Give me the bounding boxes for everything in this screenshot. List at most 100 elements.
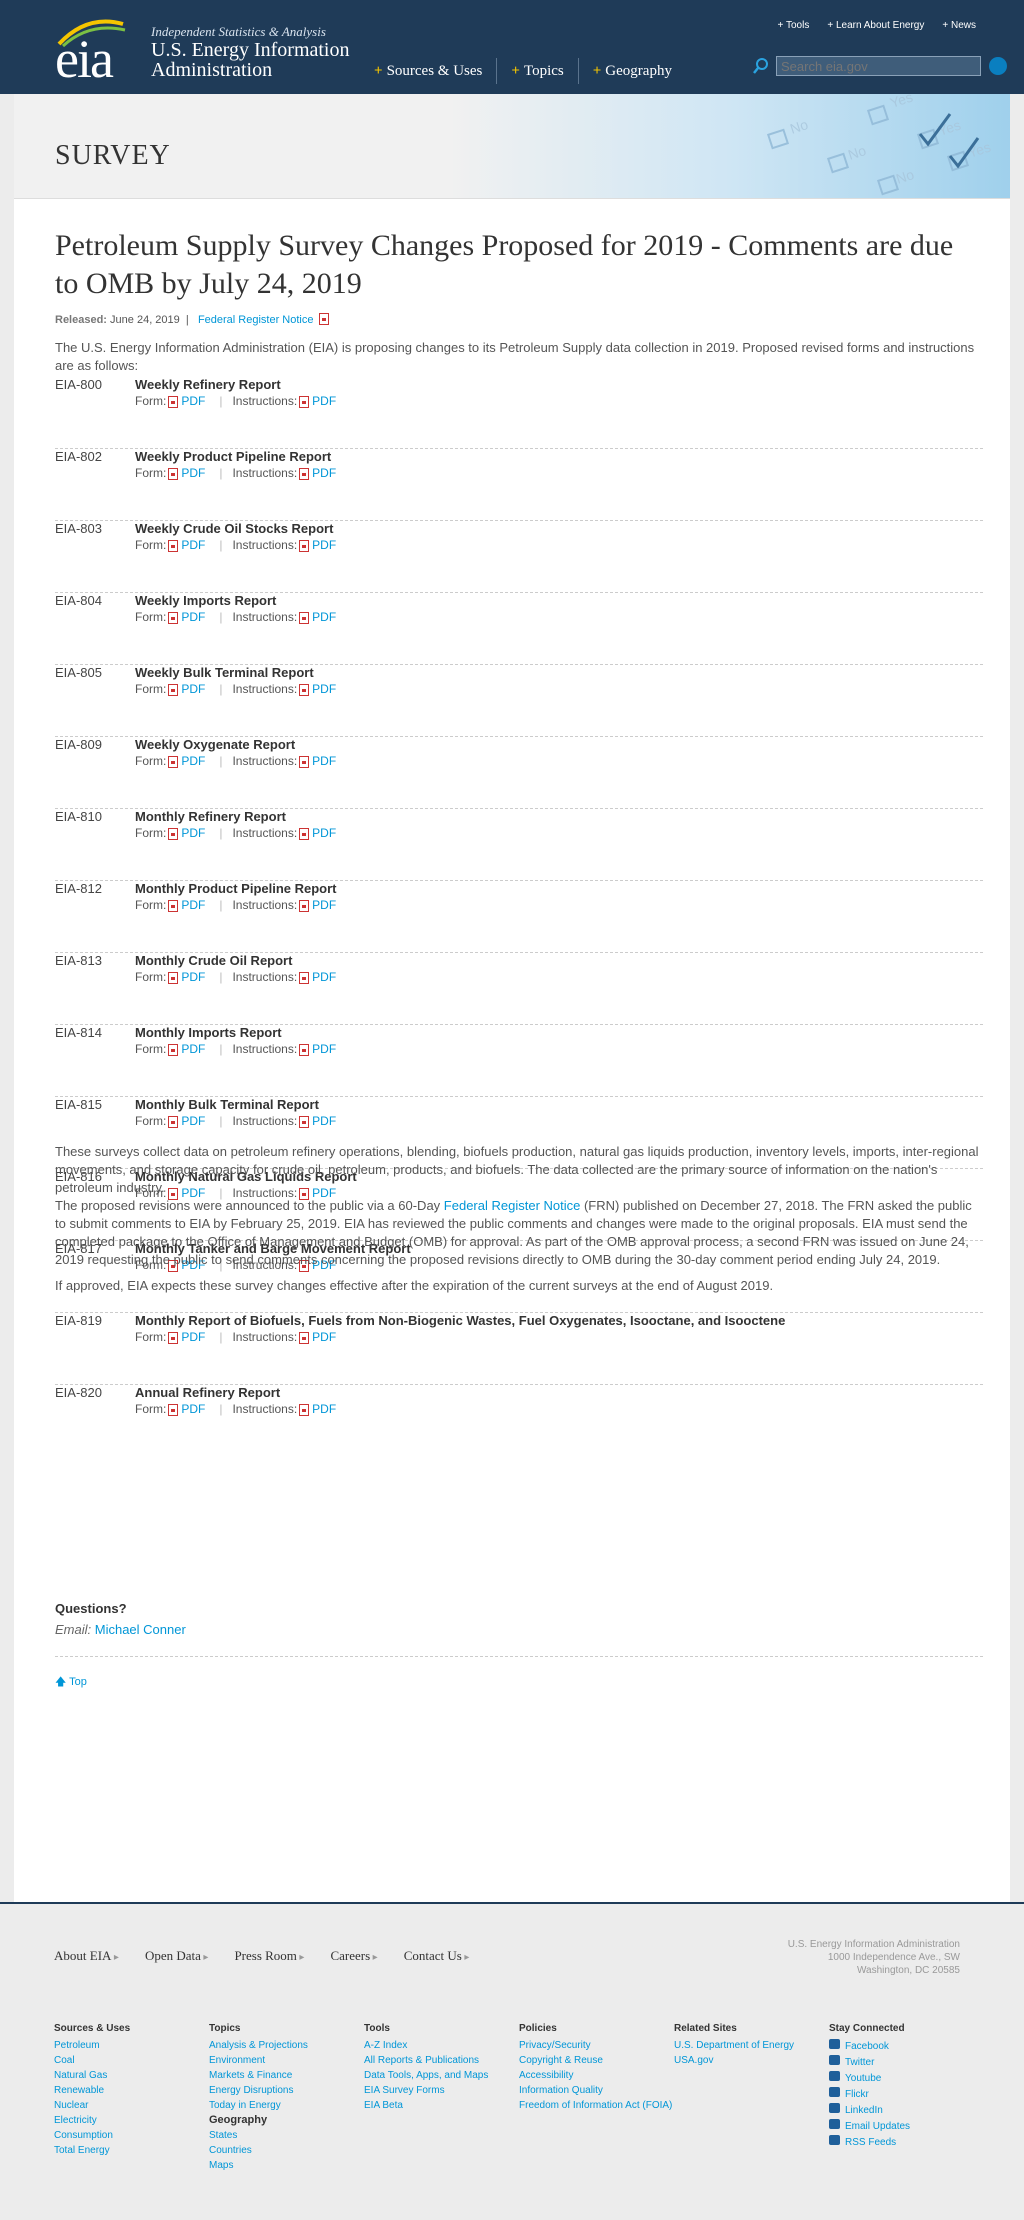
footer-link[interactable]: Youtube bbox=[829, 2071, 984, 2085]
footer-link[interactable]: Natural Gas bbox=[54, 2069, 209, 2082]
facebook-icon bbox=[829, 2039, 840, 2049]
instructions-label: Instructions: bbox=[232, 826, 298, 840]
federal-register-notice-link[interactable]: Federal Register Notice bbox=[444, 1198, 581, 1213]
search-input[interactable] bbox=[776, 56, 981, 76]
para-text: The proposed revisions were announced to… bbox=[55, 1198, 444, 1213]
survey-links: Form: PDF | Instructions: PDF bbox=[135, 898, 336, 912]
survey-row: EIA-820 Annual Refinery Report Form: PDF | In… bbox=[55, 1385, 983, 1457]
footer-link[interactable]: Electricity bbox=[54, 2114, 209, 2127]
form-pdf-link[interactable]: PDF bbox=[181, 466, 205, 480]
footer-link-open-data[interactable]: Open Data bbox=[145, 1948, 208, 1964]
footer-link[interactable]: Accessibility bbox=[519, 2069, 674, 2082]
form-pdf-link[interactable]: PDF bbox=[181, 1114, 205, 1128]
util-link-news[interactable]: + News bbox=[942, 20, 976, 31]
instructions-pdf-link[interactable]: PDF bbox=[312, 1330, 336, 1344]
footer-link[interactable]: Copyright & Reuse bbox=[519, 2054, 674, 2067]
footer-link[interactable]: A-Z Index bbox=[364, 2039, 519, 2052]
nav-geography[interactable]: + Geography bbox=[579, 58, 686, 84]
footer-link[interactable]: Today in Energy bbox=[209, 2099, 364, 2112]
search-submit-button[interactable] bbox=[989, 57, 1007, 75]
form-pdf-link[interactable]: PDF bbox=[181, 898, 205, 912]
form-pdf-link[interactable]: PDF bbox=[181, 1402, 205, 1416]
survey-links: Form: PDF | Instructions: PDF bbox=[135, 394, 336, 408]
form-pdf-link[interactable]: PDF bbox=[181, 682, 205, 696]
footer-link[interactable]: Information Quality bbox=[519, 2084, 674, 2097]
footer-link[interactable]: Environment bbox=[209, 2054, 364, 2067]
instructions-pdf-link[interactable]: PDF bbox=[312, 754, 336, 768]
survey-name: Monthly Imports Report bbox=[135, 1025, 282, 1040]
survey-row: EIA-804 Weekly Imports Report Form: PDF | Ins… bbox=[55, 593, 983, 665]
footer-link-careers[interactable]: Careers bbox=[330, 1948, 377, 1964]
footer-link[interactable]: Countries bbox=[209, 2144, 364, 2157]
footer-link[interactable]: RSS Feeds bbox=[829, 2135, 984, 2149]
footer-link-about[interactable]: About EIA bbox=[54, 1948, 119, 1964]
footer-link[interactable]: Analysis & Projections bbox=[209, 2039, 364, 2052]
form-pdf-link[interactable]: PDF bbox=[181, 754, 205, 768]
form-pdf-link[interactable]: PDF bbox=[181, 538, 205, 552]
form-pdf-link[interactable]: PDF bbox=[181, 394, 205, 408]
footer-link[interactable]: USA.gov bbox=[674, 2054, 829, 2067]
form-pdf-link[interactable]: PDF bbox=[181, 1042, 205, 1056]
survey-row: EIA-809 Weekly Oxygenate Report Form: PDF | I… bbox=[55, 737, 983, 809]
email-contact-link[interactable]: Michael Conner bbox=[95, 1622, 186, 1637]
survey-links: Form: PDF | Instructions: PDF bbox=[135, 610, 336, 624]
instructions-pdf-link[interactable]: PDF bbox=[312, 826, 336, 840]
footer-link[interactable]: Consumption bbox=[54, 2129, 209, 2142]
footer-link[interactable]: Flickr bbox=[829, 2087, 984, 2101]
form-pdf-link[interactable]: PDF bbox=[181, 1330, 205, 1344]
footer-link[interactable]: EIA Survey Forms bbox=[364, 2084, 519, 2097]
footer-link[interactable]: Data Tools, Apps, and Maps bbox=[364, 2069, 519, 2082]
pdf-icon bbox=[168, 1332, 179, 1344]
footer-link[interactable]: Coal bbox=[54, 2054, 209, 2067]
footer-link[interactable]: Total Energy bbox=[54, 2144, 209, 2157]
eia-logo[interactable]: eia Independent Statistics & Analysis U.… bbox=[55, 18, 355, 86]
form-pdf-link[interactable]: PDF bbox=[181, 610, 205, 624]
util-link-learn[interactable]: + Learn About Energy bbox=[827, 20, 924, 31]
footer-link[interactable]: Freedom of Information Act (FOIA) bbox=[519, 2099, 674, 2112]
footer-link-press-room[interactable]: Press Room bbox=[234, 1948, 304, 1964]
footer-link[interactable]: Nuclear bbox=[54, 2099, 209, 2112]
instructions-pdf-link[interactable]: PDF bbox=[312, 466, 336, 480]
footer-link[interactable]: EIA Beta bbox=[364, 2099, 519, 2112]
footer-link[interactable]: Facebook bbox=[829, 2039, 984, 2053]
survey-links: Form: PDF | Instructions: PDF bbox=[135, 1114, 336, 1128]
util-link-tools[interactable]: + Tools bbox=[778, 20, 810, 31]
form-pdf-link[interactable]: PDF bbox=[181, 970, 205, 984]
email-label: Email: bbox=[55, 1622, 92, 1637]
instructions-pdf-link[interactable]: PDF bbox=[312, 394, 336, 408]
survey-links: Form: PDF | Instructions: PDF bbox=[135, 1042, 336, 1056]
instructions-pdf-link[interactable]: PDF bbox=[312, 1402, 336, 1416]
footer-link[interactable]: Renewable bbox=[54, 2084, 209, 2097]
instructions-pdf-link[interactable]: PDF bbox=[312, 970, 336, 984]
footer-column-subtitle: Geography bbox=[209, 2114, 268, 2126]
instructions-pdf-link[interactable]: PDF bbox=[312, 898, 336, 912]
footer-link[interactable]: Privacy/Security bbox=[519, 2039, 674, 2052]
instructions-pdf-link[interactable]: PDF bbox=[312, 682, 336, 696]
footer-link[interactable]: Markets & Finance bbox=[209, 2069, 364, 2082]
back-to-top-link[interactable]: 🡅 Top bbox=[55, 1673, 87, 1692]
footer-link[interactable]: Energy Disruptions bbox=[209, 2084, 364, 2097]
survey-code: EIA-815 bbox=[55, 1097, 102, 1112]
footer-link[interactable]: Twitter bbox=[829, 2055, 984, 2069]
search-icon bbox=[753, 58, 768, 74]
nav-topics[interactable]: + Topics bbox=[497, 58, 579, 84]
footer-link[interactable]: LinkedIn bbox=[829, 2103, 984, 2117]
instructions-pdf-link[interactable]: PDF bbox=[312, 610, 336, 624]
footer-link[interactable]: States bbox=[209, 2129, 364, 2142]
footer-link[interactable]: Petroleum bbox=[54, 2039, 209, 2052]
footer-link-contact[interactable]: Contact Us bbox=[404, 1948, 470, 1964]
survey-links: Form: PDF | Instructions: PDF bbox=[135, 826, 336, 840]
instructions-pdf-link[interactable]: PDF bbox=[312, 1042, 336, 1056]
instructions-pdf-link[interactable]: PDF bbox=[312, 1114, 336, 1128]
federal-register-link[interactable]: Federal Register Notice bbox=[198, 314, 314, 326]
footer-link[interactable]: Email Updates bbox=[829, 2119, 984, 2133]
footer-link[interactable]: Maps bbox=[209, 2159, 364, 2172]
nav-sources-uses[interactable]: + Sources & Uses bbox=[360, 58, 498, 84]
footer-link[interactable]: U.S. Department of Energy bbox=[674, 2039, 829, 2052]
footer-link[interactable]: All Reports & Publications bbox=[364, 2054, 519, 2067]
footer-column: Stay Connected Facebook Twitter Youtube Flic… bbox=[829, 2022, 984, 2174]
site-header: eia Independent Statistics & Analysis U.… bbox=[0, 0, 1024, 94]
form-pdf-link[interactable]: PDF bbox=[181, 826, 205, 840]
instructions-pdf-link[interactable]: PDF bbox=[312, 538, 336, 552]
plus-icon: + bbox=[374, 62, 383, 79]
